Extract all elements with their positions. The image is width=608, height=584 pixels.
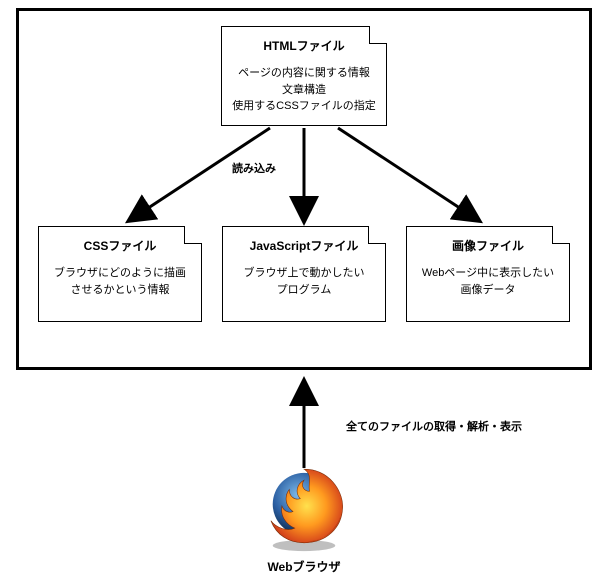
dog-ear-icon xyxy=(552,226,570,244)
load-edge-label: 読み込み xyxy=(232,160,276,176)
html-file-body: ページの内容に関する情報 文章構造 使用するCSSファイルの指定 xyxy=(222,61,386,125)
dog-ear-icon xyxy=(369,26,387,44)
js-file-box: JavaScriptファイル ブラウザ上で動かしたい プログラム xyxy=(222,226,386,322)
image-file-box: 画像ファイル Webページ中に表示したい 画像データ xyxy=(406,226,570,322)
image-file-title: 画像ファイル xyxy=(407,227,569,261)
browser-label: Webブラウザ xyxy=(254,558,354,575)
css-file-box: CSSファイル ブラウザにどのように描画 させるかという情報 xyxy=(38,226,202,322)
js-file-title: JavaScriptファイル xyxy=(223,227,385,261)
image-file-body: Webページ中に表示したい 画像データ xyxy=(407,261,569,308)
dog-ear-icon xyxy=(184,226,202,244)
firefox-icon xyxy=(258,460,350,552)
css-file-title: CSSファイル xyxy=(39,227,201,261)
dog-ear-icon xyxy=(368,226,386,244)
html-file-box: HTMLファイル ページの内容に関する情報 文章構造 使用するCSSファイルの指… xyxy=(221,26,387,126)
html-file-title: HTMLファイル xyxy=(222,27,386,61)
js-file-body: ブラウザ上で動かしたい プログラム xyxy=(223,261,385,308)
fetch-edge-label: 全てのファイルの取得・解析・表示 xyxy=(346,418,522,434)
css-file-body: ブラウザにどのように描画 させるかという情報 xyxy=(39,261,201,308)
